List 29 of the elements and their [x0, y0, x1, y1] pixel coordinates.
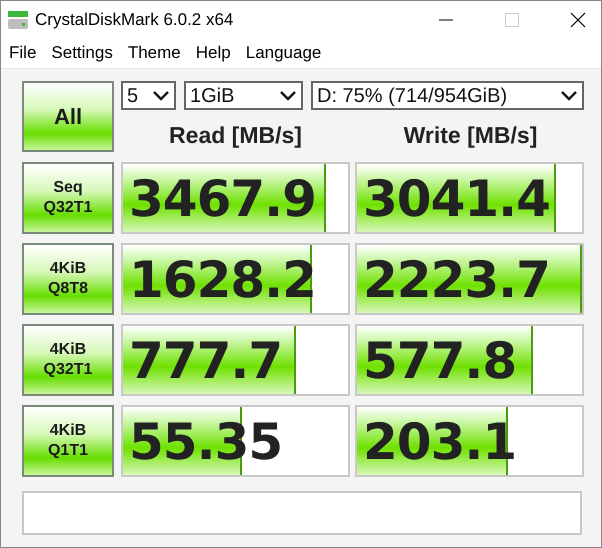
all-button[interactable]: All — [22, 81, 114, 152]
menu-item[interactable]: Help — [196, 40, 231, 66]
close-icon — [570, 12, 586, 28]
test-button[interactable]: 4KiB Q32T1 — [22, 324, 114, 396]
result-value: 3467.9 — [128, 168, 317, 230]
result-value: 777.7 — [128, 330, 284, 392]
chevron-down-icon — [279, 90, 297, 102]
disk-icon — [7, 8, 29, 30]
window-title: CrystalDiskMark 6.0.2 x64 — [35, 8, 234, 31]
chevron-down-icon — [560, 90, 578, 102]
result-value: 577.8 — [362, 330, 518, 392]
minimize-icon — [439, 18, 453, 20]
test-button[interactable]: 4KiB Q1T1 — [22, 404, 114, 476]
comment-field[interactable] — [22, 490, 582, 534]
menu-item[interactable]: Language — [246, 40, 322, 66]
chevron-down-icon — [152, 90, 170, 102]
result-value: 2223.7 — [362, 250, 551, 310]
result-value: 3041.4 — [362, 168, 551, 230]
test-button[interactable]: Seq Q32T1 — [22, 162, 114, 234]
maximize-icon — [505, 12, 519, 26]
menu-item[interactable]: Settings — [51, 40, 113, 66]
menu-item[interactable]: File — [9, 40, 36, 66]
column-heading: Read [MB/s] — [168, 121, 303, 150]
test-button[interactable]: 4KiB Q8T8 — [22, 242, 114, 314]
column-heading: Write [MB/s] — [402, 121, 538, 150]
dropdown[interactable]: D: 75% (714/954GiB) — [311, 81, 584, 110]
menu-item[interactable]: Theme — [128, 40, 181, 66]
dropdown[interactable]: 1GiB — [184, 81, 303, 110]
dropdown[interactable]: 5 — [121, 81, 176, 110]
